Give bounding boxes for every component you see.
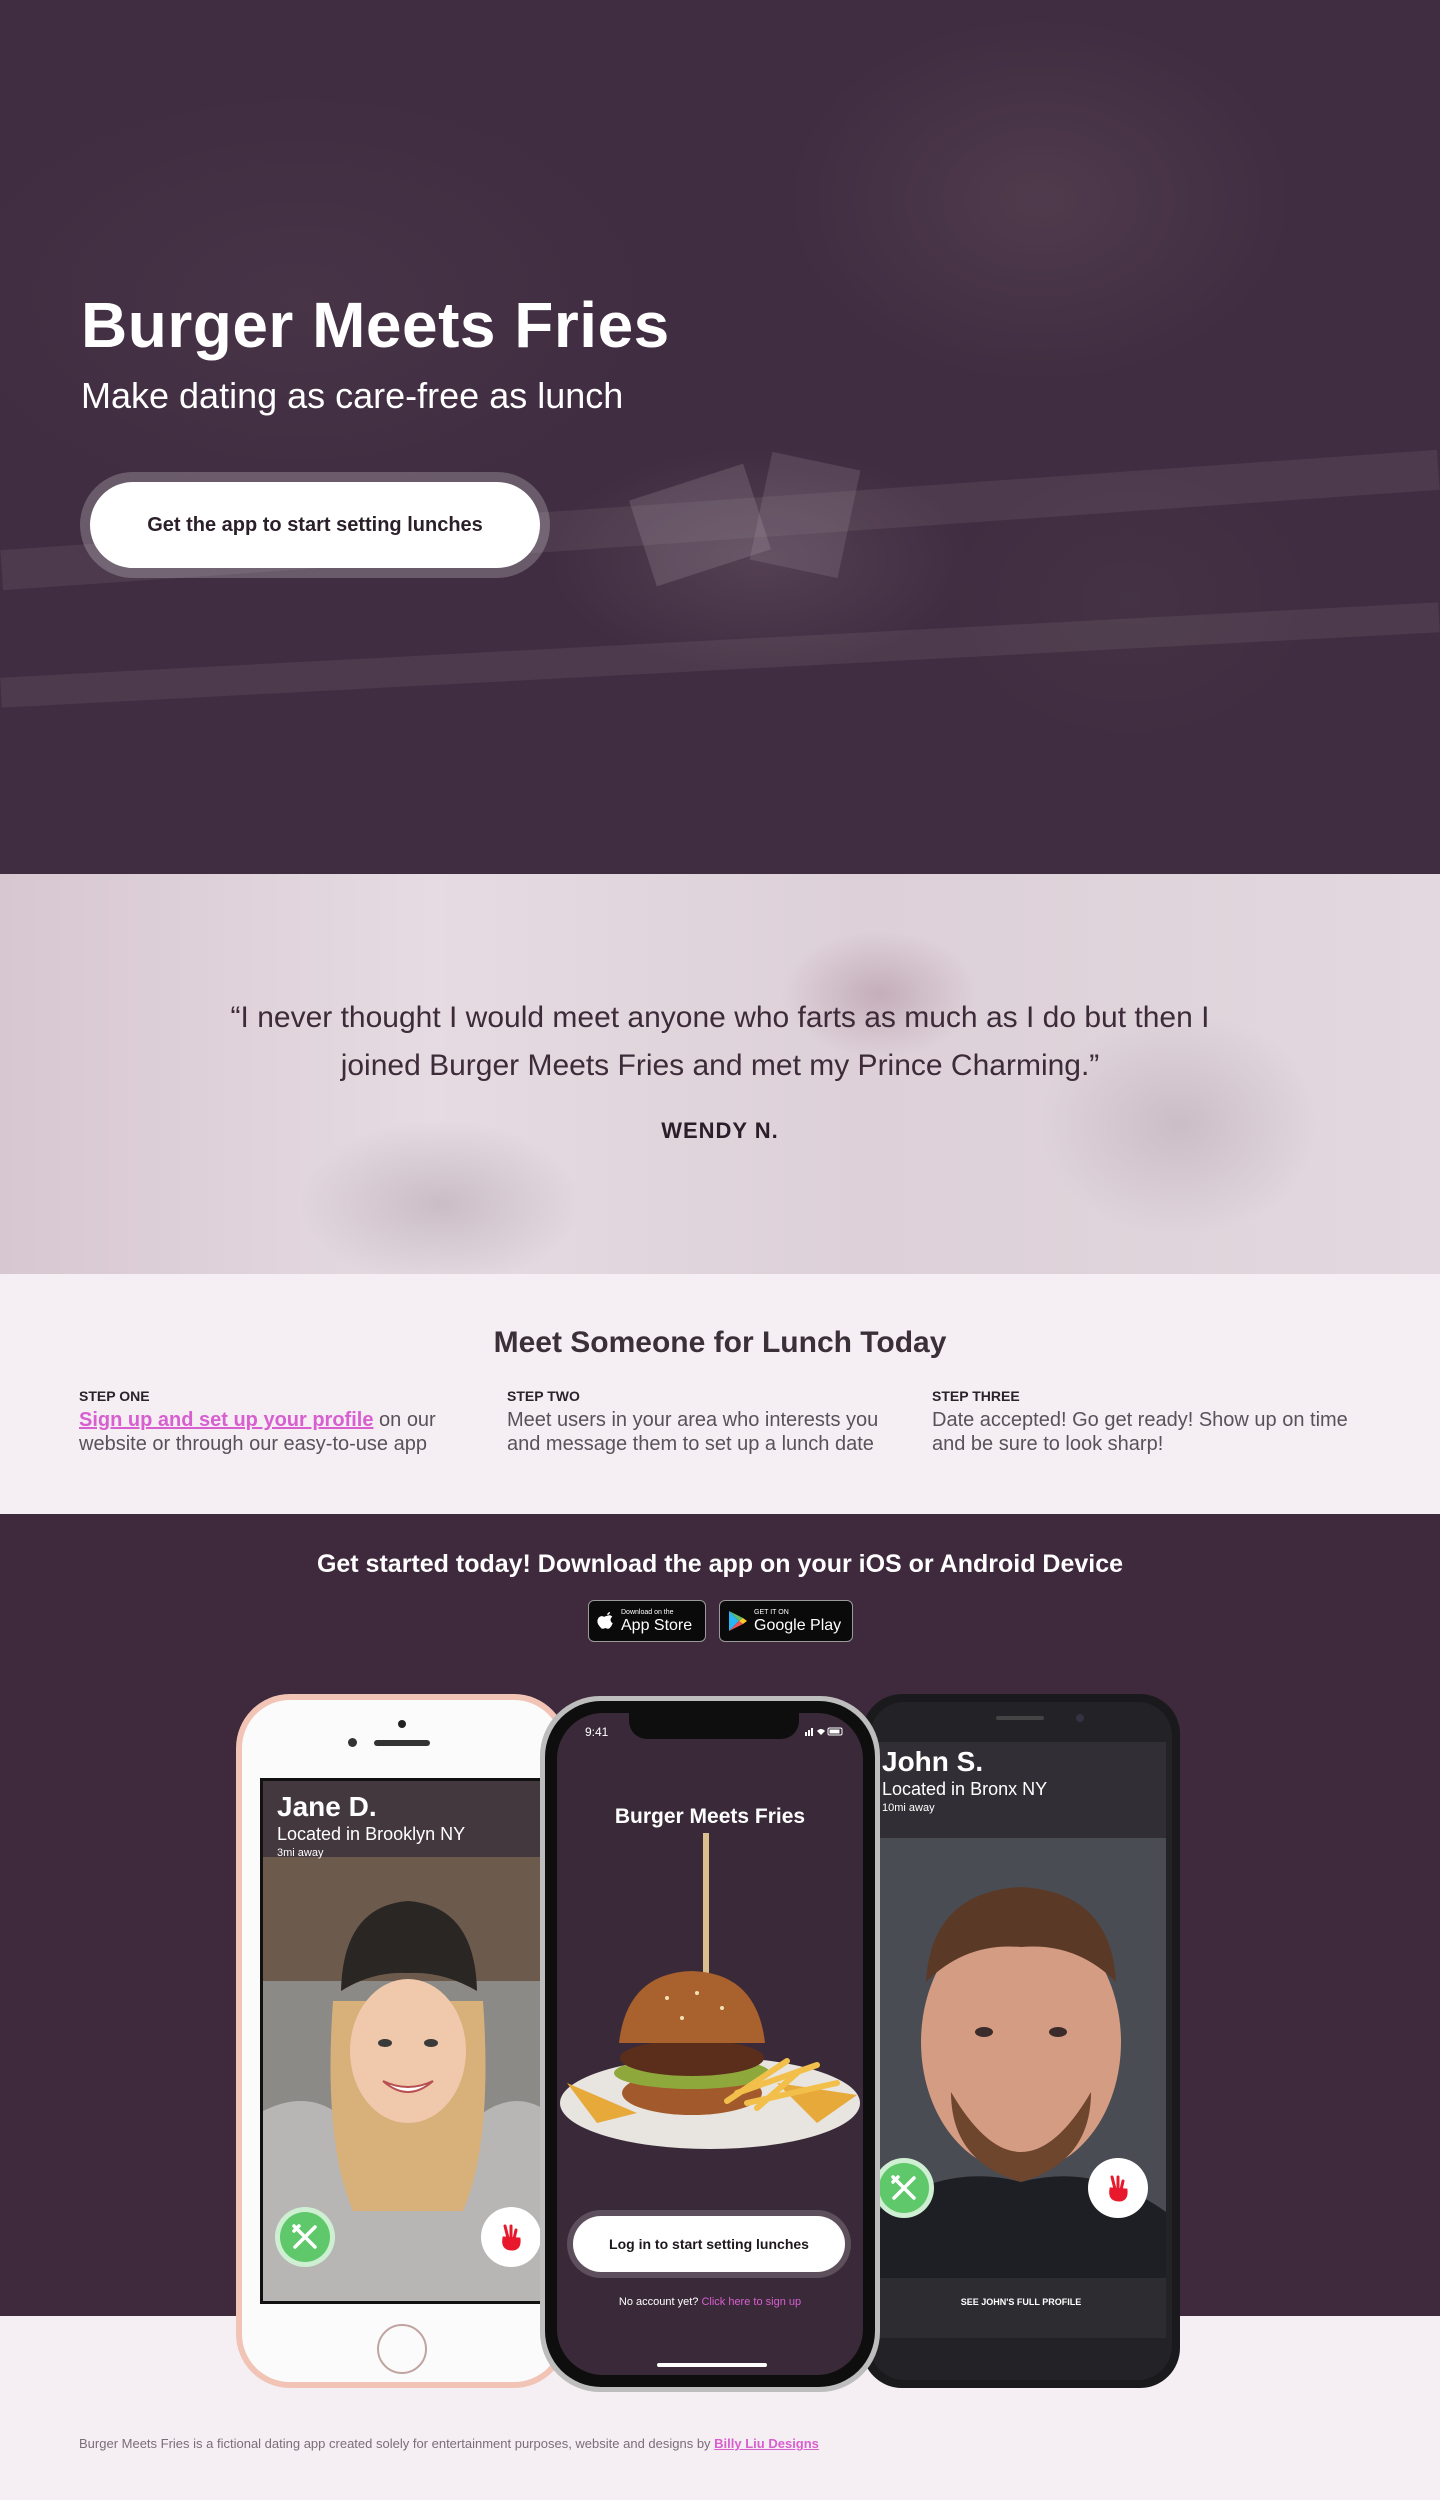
- front-camera: [1076, 1714, 1084, 1722]
- pass-button[interactable]: [481, 2207, 541, 2267]
- fork-knife-icon: [891, 2175, 916, 2200]
- hero-title: Burger Meets Fries: [81, 289, 670, 361]
- napkin: [629, 463, 771, 587]
- testimonial-author: WENDY N.: [661, 1118, 779, 1143]
- status-time: 9:41: [585, 1725, 609, 1739]
- get-app-button[interactable]: Get the app to start setting lunches: [90, 482, 540, 568]
- login-button[interactable]: Log in to start setting lunches: [573, 2216, 845, 2272]
- table-plank: [0, 602, 1440, 708]
- step-label: STEP THREE: [932, 1388, 1020, 1404]
- profile-header: John S. Located in Bronx NY 10mi away: [876, 1742, 1166, 1838]
- hand-gesture-icon: [502, 2224, 521, 2251]
- hero-subtitle: Make dating as care-free as lunch: [81, 375, 624, 416]
- profile-location: Located in Brooklyn NY: [277, 1824, 466, 1844]
- front-camera: [398, 1720, 406, 1728]
- step-label: STEP TWO: [507, 1388, 580, 1404]
- home-button[interactable]: [377, 2324, 427, 2374]
- pass-button[interactable]: [1088, 2158, 1148, 2218]
- profile-distance: 10mi away: [882, 1802, 935, 1814]
- sensor: [348, 1738, 357, 1747]
- app-title: Burger Meets Fries: [614, 1805, 806, 1828]
- step-one: STEP ONE Sign up and set up your profile…: [79, 1388, 479, 1456]
- phone-right-body: John S. Located in Bronx NY 10mi away SE…: [870, 1702, 1172, 2380]
- status-icons: [805, 1727, 843, 1736]
- like-button[interactable]: [275, 2207, 335, 2267]
- googleplay-big-text: Google Play: [754, 1616, 842, 1634]
- signup-prompt: No account yet? Click here to sign up: [557, 2296, 863, 2308]
- googleplay-small-text: GET IT ON: [754, 1608, 789, 1616]
- earpiece: [374, 1740, 430, 1746]
- hand-gesture-icon: [1109, 2175, 1128, 2202]
- burger-image: [560, 1833, 860, 2149]
- home-indicator[interactable]: [657, 2363, 767, 2367]
- google-play-badge[interactable]: GET IT ON Google Play: [719, 1600, 853, 1642]
- like-button[interactable]: [876, 2158, 934, 2218]
- testimonial-quote: “I never thought I would meet anyone who…: [230, 1001, 1210, 1082]
- phone-left: Jane D. Located in Brooklyn NY 3mi away: [236, 1694, 568, 2388]
- appstore-small-text: Download on the: [621, 1608, 674, 1616]
- step-text: Date accepted! Go get ready! Show up on …: [932, 1409, 1348, 1455]
- phone-center-body: 9:41 Burger Meets Fries Log in to start …: [545, 1701, 875, 2387]
- play-store-icon: [729, 1611, 747, 1631]
- steps-title: Meet Someone for Lunch Today: [493, 1326, 947, 1359]
- appstore-big-text: App Store: [621, 1616, 693, 1634]
- napkin: [749, 451, 861, 579]
- steps-section: Meet Someone for Lunch Today STEP ONE Si…: [0, 1274, 1440, 1514]
- notch: [629, 1713, 799, 1739]
- full-profile-link[interactable]: SEE JOHN'S FULL PROFILE: [876, 2297, 1166, 2307]
- profile-name: John S.: [882, 1746, 984, 1777]
- apple-icon: [597, 1612, 613, 1629]
- profile-card-jane[interactable]: Jane D. Located in Brooklyn NY 3mi away: [260, 1778, 544, 2304]
- signup-profile-link[interactable]: Sign up and set up your profile: [79, 1409, 373, 1431]
- profile-distance: 3mi away: [277, 1847, 324, 1859]
- footer-text: Burger Meets Fries is a fictional dating…: [79, 2436, 819, 2451]
- phone-right: John S. Located in Bronx NY 10mi away SE…: [862, 1694, 1180, 2388]
- phone-center: 9:41 Burger Meets Fries Log in to start …: [540, 1696, 880, 2392]
- step-text: Meet users in your area who interests yo…: [507, 1409, 879, 1455]
- hero-section: Burger Meets Fries Make dating as care-f…: [0, 0, 1440, 874]
- download-title: Get started today! Download the app on y…: [316, 1550, 1124, 1578]
- profile-name: Jane D.: [277, 1791, 377, 1822]
- login-screen: 9:41 Burger Meets Fries Log in to start …: [557, 1713, 863, 2375]
- profile-location: Located in Bronx NY: [882, 1779, 1048, 1799]
- phone-left-body: Jane D. Located in Brooklyn NY 3mi away: [242, 1700, 562, 2382]
- fork-knife-icon: [292, 2224, 317, 2249]
- app-store-badge[interactable]: Download on the App Store: [588, 1600, 706, 1642]
- step-text: Sign up and set up your profile on our w…: [79, 1408, 479, 1456]
- designer-link[interactable]: Billy Liu Designs: [714, 2436, 819, 2451]
- testimonial-section: “I never thought I would meet anyone who…: [0, 874, 1440, 1274]
- step-three: STEP THREE Date accepted! Go get ready! …: [932, 1388, 1352, 1456]
- footer-credit: Burger Meets Fries is a fictional dating…: [79, 2436, 715, 2451]
- no-account-text: No account yet?: [618, 2296, 702, 2308]
- signup-link[interactable]: Click here to sign up: [701, 2296, 801, 2308]
- earpiece: [996, 1716, 1044, 1720]
- profile-header: Jane D. Located in Brooklyn NY 3mi away: [263, 1781, 541, 1859]
- step-label: STEP ONE: [79, 1388, 150, 1404]
- step-two: STEP TWO Meet users in your area who int…: [507, 1388, 907, 1456]
- profile-card-john[interactable]: John S. Located in Bronx NY 10mi away SE…: [876, 1742, 1166, 2338]
